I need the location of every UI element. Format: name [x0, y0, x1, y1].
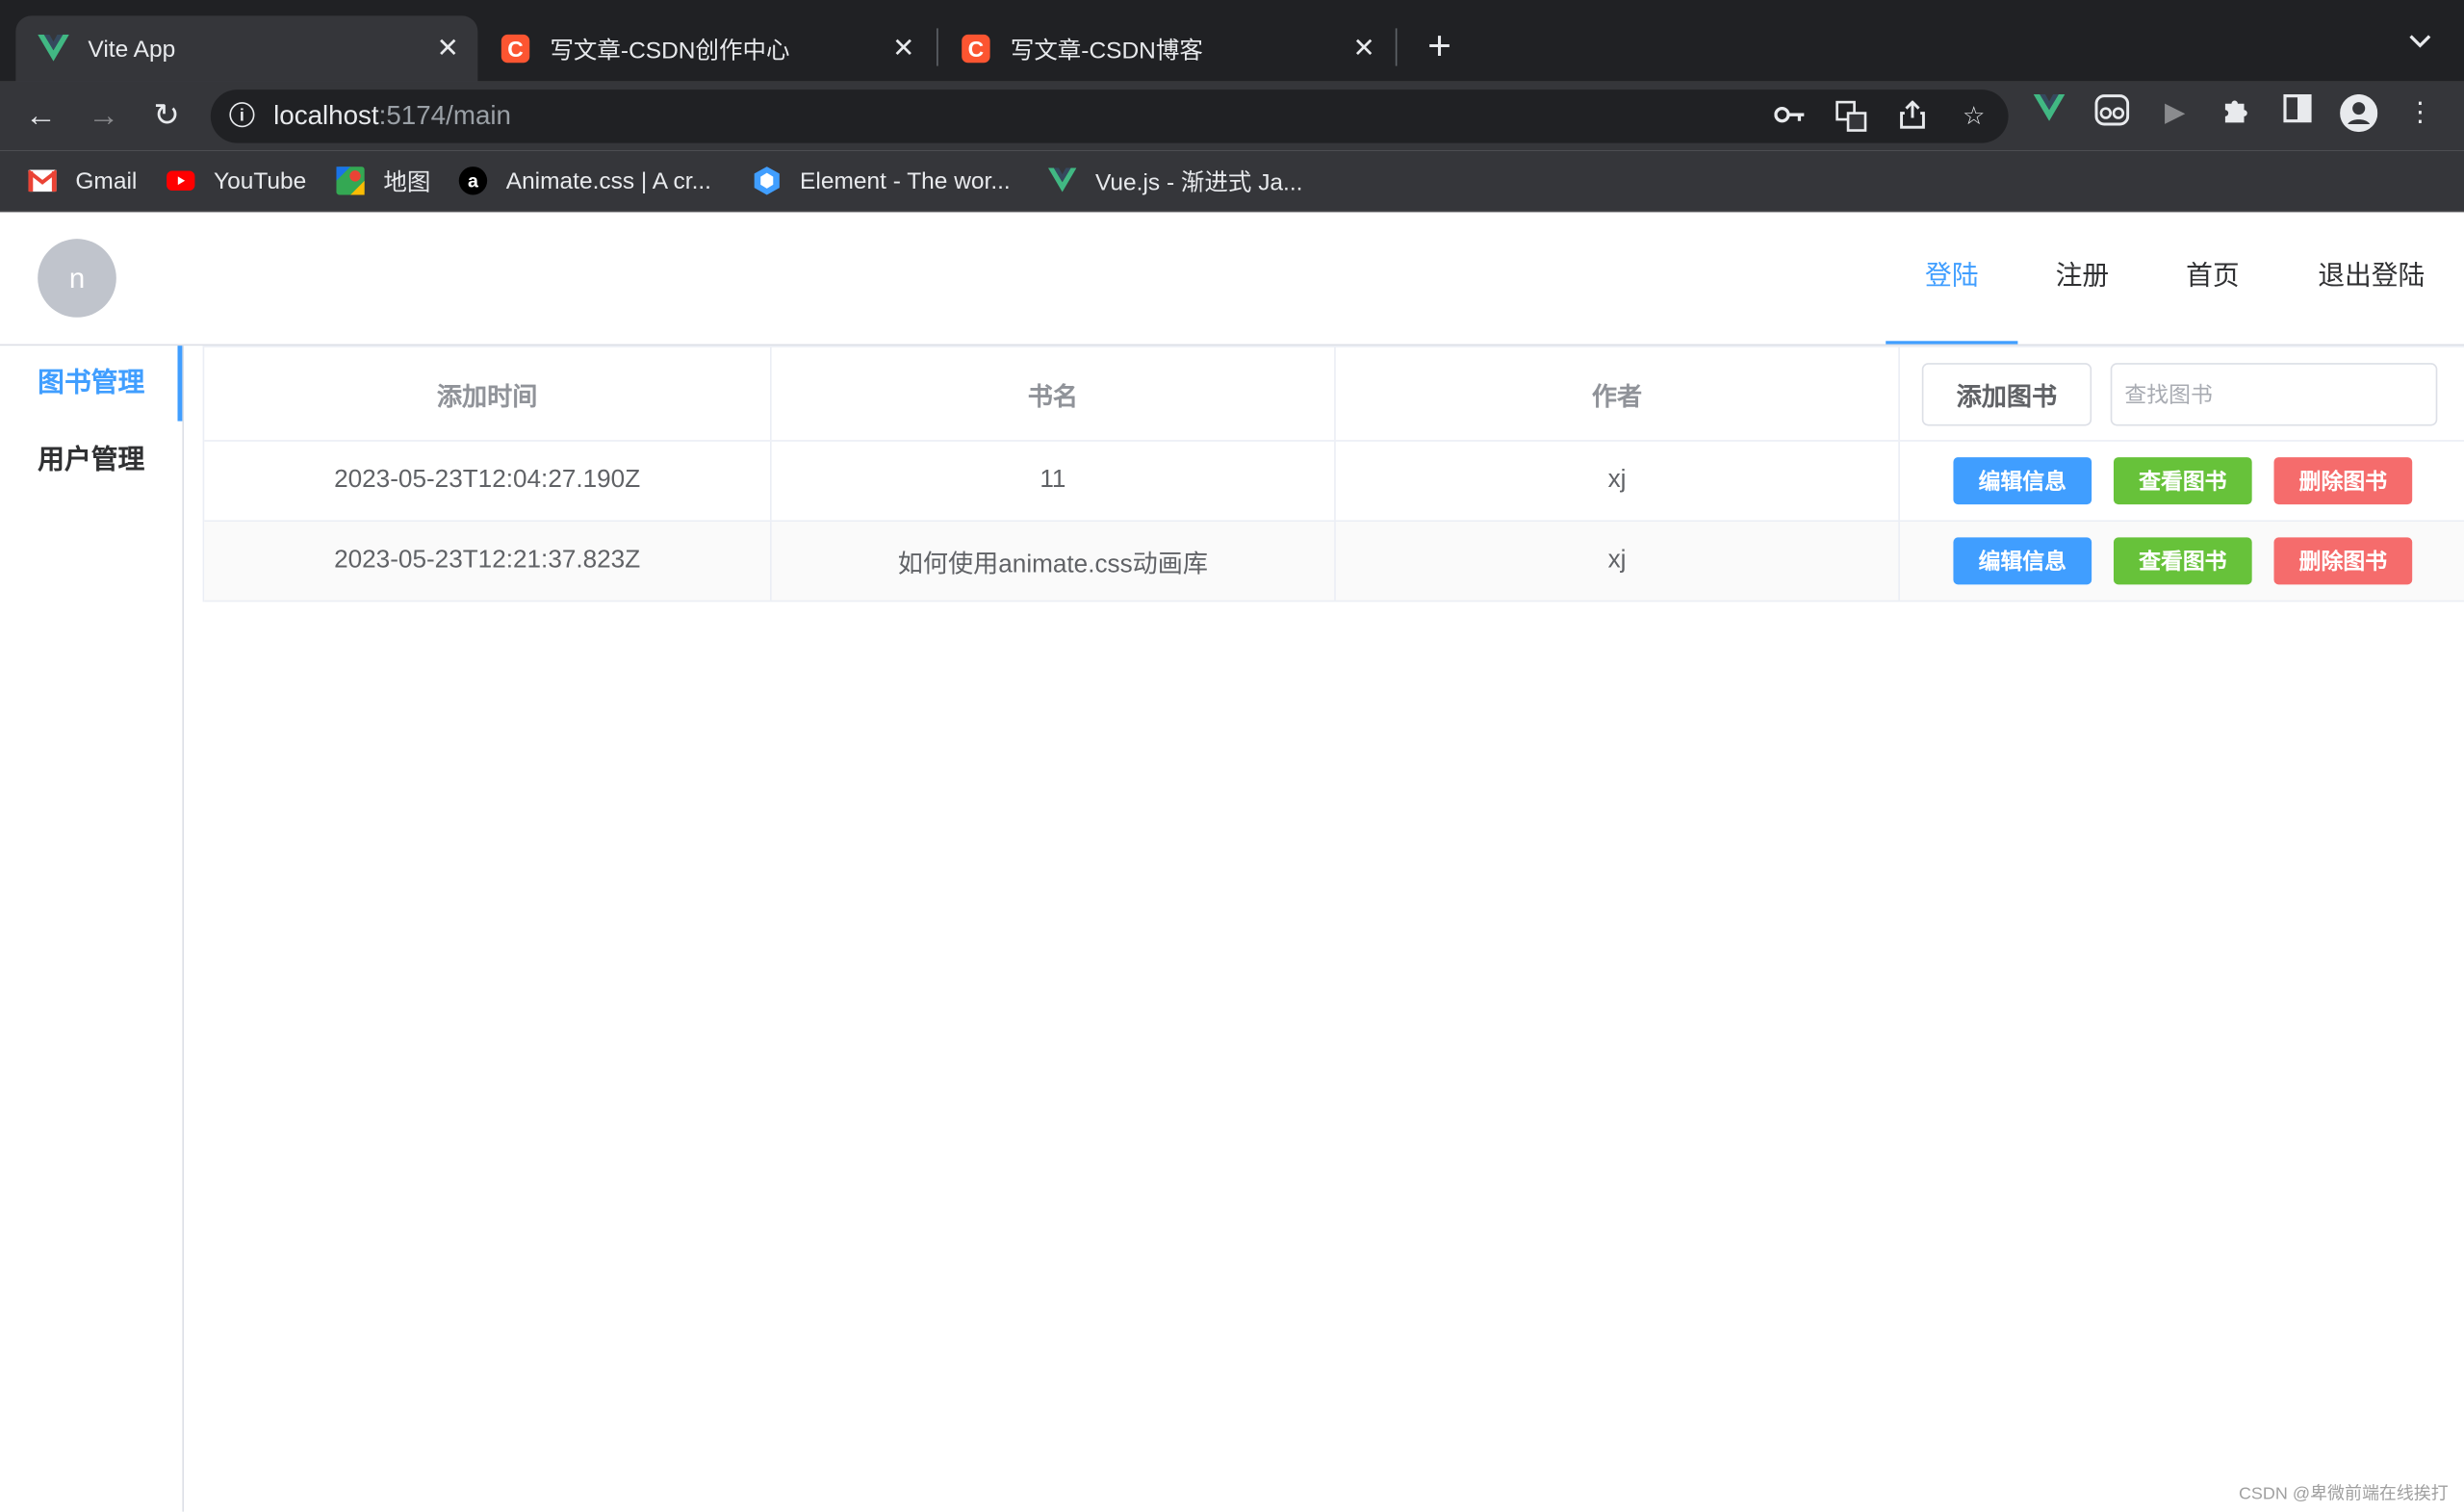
cell-author: xj: [1336, 522, 1900, 601]
bookmark-maps[interactable]: 地图: [336, 164, 430, 198]
tab-title: 写文章-CSDN创作中心: [550, 37, 790, 64]
books-table: 添加时间 书名 作者 添加图书 2023-05-23T12:04:27.190Z…: [202, 346, 2464, 602]
tab-title: Vite App: [88, 35, 176, 63]
menu-item-register[interactable]: 注册: [2017, 212, 2146, 344]
close-icon[interactable]: ✕: [430, 33, 465, 64]
table-header-row: 添加时间 书名 作者 添加图书: [204, 346, 2464, 442]
cell-actions: 编辑信息 查看图书 删除图书: [1900, 522, 2464, 601]
animate-css-icon: a: [458, 167, 488, 195]
element-logo-icon: [753, 167, 781, 195]
bookmark-animate-css[interactable]: a Animate.css | A cr...: [458, 164, 711, 198]
star-bookmark-icon[interactable]: ☆: [1957, 100, 1991, 135]
app-page: n 登陆 注册 首页 退出登陆 图书管理 用户管理 添加时间 书名 作者 添加图…: [0, 212, 2464, 1512]
cell-book-name: 11: [772, 441, 1336, 521]
browser-window: Vite App ✕ C 写文章-CSDN创作中心 ✕ C 写文章-CSDN博客…: [0, 0, 2464, 1512]
column-header-book-name: 书名: [772, 346, 1336, 441]
edit-info-button[interactable]: 编辑信息: [1953, 457, 2092, 505]
csdn-logo-icon: C: [500, 33, 531, 64]
app-header: n 登陆 注册 首页 退出登陆: [0, 212, 2464, 346]
column-header-author: 作者: [1336, 346, 1900, 441]
bookmark-vuejs[interactable]: Vue.js - 渐进式 Ja...: [1048, 164, 1302, 198]
side-panel-icon[interactable]: [2278, 93, 2316, 132]
tab-strip: Vite App ✕ C 写文章-CSDN创作中心 ✕ C 写文章-CSDN博客…: [0, 0, 2464, 82]
cell-book-name: 如何使用animate.css动画库: [772, 522, 1336, 601]
gmail-icon: [28, 167, 57, 194]
url-text[interactable]: localhost:5174/main: [273, 100, 511, 132]
delete-book-button[interactable]: 删除图书: [2273, 537, 2413, 585]
tab-vite-app[interactable]: Vite App ✕: [15, 15, 478, 82]
cell-author: xj: [1336, 441, 1900, 521]
tab-csdn-blog[interactable]: C 写文章-CSDN博客 ✕: [938, 15, 1394, 82]
cell-actions: 编辑信息 查看图书 删除图书: [1900, 442, 2464, 521]
add-book-button[interactable]: 添加图书: [1921, 362, 2092, 425]
puzzle-extensions-icon[interactable]: [2218, 94, 2255, 132]
header-actions: 添加图书: [1900, 347, 2464, 440]
avatar[interactable]: n: [38, 239, 116, 318]
google-maps-icon: [336, 167, 365, 195]
key-icon[interactable]: [1773, 100, 1808, 135]
table-row: 2023-05-23T12:04:27.190Z 11 xj 编辑信息 查看图书…: [204, 441, 2464, 523]
search-book-input[interactable]: [2110, 362, 2438, 425]
close-icon[interactable]: ✕: [886, 33, 921, 64]
menu-item-login[interactable]: 登陆: [1886, 212, 2018, 345]
extension-glasses-icon[interactable]: [2093, 94, 2131, 132]
column-header-added-time: 添加时间: [204, 346, 772, 441]
tab-search-chevron-icon[interactable]: [2401, 28, 2439, 65]
csdn-watermark: CSDN @卑微前端在线挨打: [2238, 1484, 2449, 1504]
address-bar[interactable]: i localhost:5174/main ☆: [210, 90, 2009, 143]
play-icon[interactable]: ▶: [2156, 94, 2194, 132]
bookmark-gmail[interactable]: Gmail: [28, 164, 137, 198]
share-icon[interactable]: [1895, 100, 1930, 135]
tab-title: 写文章-CSDN博客: [1010, 37, 1203, 64]
kebab-menu-icon[interactable]: ⋮: [2401, 94, 2439, 132]
profile-avatar-icon[interactable]: [2340, 93, 2378, 133]
vue-logo-icon: [1048, 167, 1077, 194]
table-row: 2023-05-23T12:21:37.823Z 如何使用animate.css…: [204, 522, 2464, 602]
view-book-button[interactable]: 查看图书: [2113, 457, 2252, 505]
vue-logo-icon: [38, 33, 69, 64]
sidebar-item-book-management[interactable]: 图书管理: [0, 346, 183, 422]
vue-devtools-icon[interactable]: [2030, 93, 2067, 132]
site-info-icon[interactable]: i: [229, 102, 255, 128]
edit-info-button[interactable]: 编辑信息: [1953, 537, 2092, 585]
bookmark-youtube[interactable]: YouTube: [167, 164, 306, 198]
translate-icon[interactable]: [1834, 100, 1868, 135]
browser-toolbar: ← → ↻ i localhost:5174/main ☆ ▶ ⋮: [0, 81, 2464, 151]
forward-arrow-icon[interactable]: →: [82, 94, 126, 139]
reload-icon[interactable]: ↻: [144, 94, 189, 139]
bookmark-element[interactable]: Element - The wor...: [753, 164, 1011, 198]
menu-item-home[interactable]: 首页: [2146, 212, 2278, 344]
bookmarks-bar: Gmail YouTube 地图 a Animate.css | A cr...…: [0, 150, 2464, 213]
close-icon[interactable]: ✕: [1347, 33, 1381, 64]
youtube-icon: [167, 167, 195, 194]
view-book-button[interactable]: 查看图书: [2113, 537, 2252, 585]
menu-item-logout[interactable]: 退出登陆: [2278, 212, 2464, 344]
new-tab-plus-icon[interactable]: +: [1418, 25, 1462, 69]
tab-csdn-creation[interactable]: C 写文章-CSDN创作中心 ✕: [477, 15, 933, 82]
csdn-logo-icon: C: [961, 33, 992, 64]
sidebar-item-user-management[interactable]: 用户管理: [0, 423, 182, 498]
cell-added-time: 2023-05-23T12:21:37.823Z: [204, 522, 772, 601]
back-arrow-icon[interactable]: ←: [19, 94, 64, 139]
sidebar: 图书管理 用户管理: [0, 346, 185, 1512]
tab-separator: [1395, 28, 1398, 66]
cell-added-time: 2023-05-23T12:04:27.190Z: [204, 441, 772, 521]
delete-book-button[interactable]: 删除图书: [2273, 457, 2413, 505]
